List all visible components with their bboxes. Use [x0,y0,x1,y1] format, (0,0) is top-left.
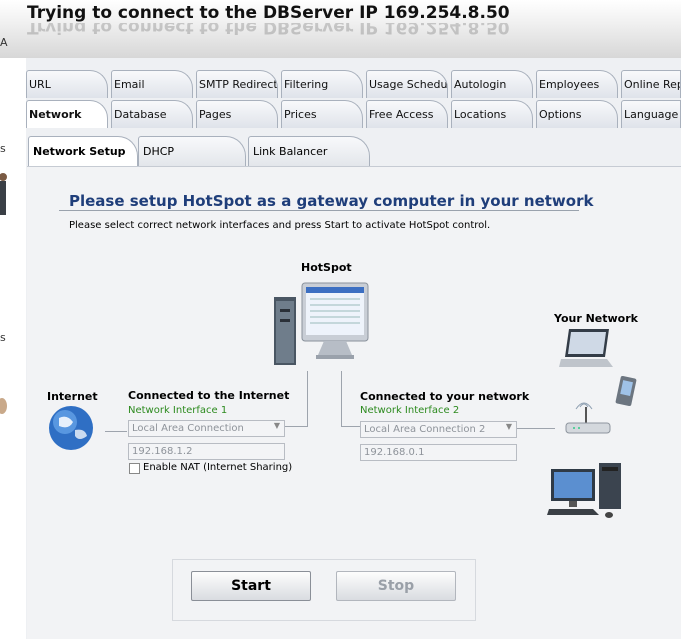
enable-nat-checkbox[interactable] [129,463,140,474]
internet-label: Internet [47,390,98,403]
title-bar: Trying to connect to the DBServer IP 169… [0,0,681,58]
laptop-icon [559,329,613,367]
enable-nat-label: Enable NAT (Internet Sharing) [143,462,293,473]
network-interface-2-label: Network Interface 2 [360,405,460,416]
page-title: Please setup HotSpot as a gateway comput… [69,192,594,210]
partial-avatar-icon [0,398,7,414]
left-to-hotspot-wire-v [307,371,308,427]
stop-button[interactable]: Stop [336,571,456,601]
your-network-label: Your Network [554,312,638,325]
strip-glyph-s2: s [0,331,6,344]
globe-icon [49,406,93,450]
subtab-row: Network Setup DHCP Link Balancer [26,136,681,166]
tab-pages[interactable]: Pages [196,100,278,128]
tab-email[interactable]: Email [111,70,193,98]
start-button[interactable]: Start [191,571,311,601]
tab-usage-schedule[interactable]: Usage Schedule [366,70,448,98]
tab-free-access[interactable]: Free Access [366,100,448,128]
router-icon [565,402,611,434]
tab-url[interactable]: URL [26,70,108,98]
tab-language[interactable]: Language [621,100,681,128]
chevron-down-icon: ▼ [273,421,280,430]
internet-wire [105,431,127,432]
network-interface-select[interactable]: Local Area Connection 2 ▼ [360,421,517,438]
hotspot-to-right-wire-v [341,371,342,427]
tab-network[interactable]: Network [26,100,108,128]
network-interface-value: Local Area Connection 2 [364,424,486,435]
tab-employees[interactable]: Employees [536,70,618,98]
subtab-link-balancer[interactable]: Link Balancer [248,136,370,166]
tab-prices[interactable]: Prices [281,100,363,128]
network-connection-title: Connected to your network [360,390,530,403]
desktop-computer-icon [547,463,621,518]
network-interface-1-label: Network Interface 1 [128,405,228,416]
tab-filtering[interactable]: Filtering [281,70,363,98]
strip-glyph-a: A [0,36,8,49]
tab-database[interactable]: Database [111,100,193,128]
subtab-dhcp[interactable]: DHCP [138,136,246,166]
internet-interface-value: Local Area Connection [132,423,244,434]
network-ip-field[interactable]: 192.168.0.1 [360,444,517,461]
window-title-reflection: Trying to connect to the DBServer IP 169… [27,23,510,37]
tab-options[interactable]: Options [536,100,618,128]
left-to-hotspot-wire-h [285,426,307,427]
tab-smtp-redirect[interactable]: SMTP Redirect [196,70,278,98]
network-setup-content: Please setup HotSpot as a gateway comput… [27,166,681,639]
tab-row-2: Network Database Pages Prices Free Acces… [26,98,681,130]
left-strip: A s s [0,36,26,639]
window-title: Trying to connect to the DBServer IP 169… [27,3,510,23]
internet-interface-select[interactable]: Local Area Connection ▼ [128,420,285,437]
button-panel: Start Stop [172,559,476,621]
chevron-down-icon: ▼ [505,422,512,431]
network-wire [517,428,555,429]
internet-connection-title: Connected to the Internet [128,389,290,402]
pda-icon [615,376,637,406]
hotspot-label: HotSpot [301,261,352,274]
tab-locations[interactable]: Locations [451,100,533,128]
tab-autologin[interactable]: Autologin [451,70,533,98]
tab-row-1: URL Email SMTP Redirect Filtering Usage … [26,68,681,100]
heading-divider [59,210,579,211]
tab-online-reports[interactable]: Online Repo [621,70,681,98]
hotspot-computer-icon [274,282,369,365]
tab-panel: URL Email SMTP Redirect Filtering Usage … [26,58,681,639]
person-figure-icon [0,173,7,215]
internet-ip-field[interactable]: 192.168.1.2 [128,443,285,460]
instructions-text: Please select correct network interfaces… [69,220,491,231]
subtab-network-setup[interactable]: Network Setup [28,136,138,166]
strip-glyph-s1: s [0,142,6,155]
